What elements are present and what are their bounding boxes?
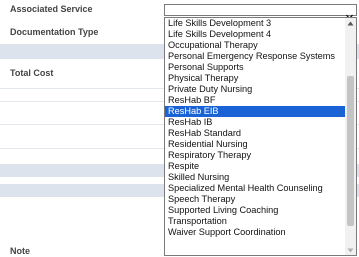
associated-service-dropdown[interactable]: Life Skills Development 3 Life Skills Dev…	[164, 17, 357, 256]
dropdown-option[interactable]: Transportation	[165, 216, 345, 227]
triangle-down-icon	[347, 248, 354, 253]
dropdown-option[interactable]: Supported Living Coaching	[165, 205, 345, 216]
dropdown-option[interactable]: Specialized Mental Health Counseling	[165, 183, 345, 194]
dropdown-option[interactable]: Personal Supports	[165, 62, 345, 73]
total-cost-label: Total Cost	[10, 68, 54, 78]
dropdown-option[interactable]: ResHab IB	[165, 117, 345, 128]
dropdown-option[interactable]: ResHab BF	[165, 95, 345, 106]
scroll-thumb[interactable]	[347, 76, 354, 227]
dropdown-option[interactable]: Occupational Therapy	[165, 40, 345, 51]
dropdown-option[interactable]: Respiratory Therapy	[165, 150, 345, 161]
dropdown-option[interactable]: Life Skills Development 3	[165, 18, 345, 29]
associated-service-select[interactable]	[164, 4, 357, 20]
dropdown-option-selected[interactable]: ResHab EIB	[165, 106, 345, 117]
scroll-down-button[interactable]	[345, 245, 356, 255]
dropdown-option[interactable]: Waiver Support Coordination	[165, 227, 345, 238]
dropdown-option[interactable]: Speech Therapy	[165, 194, 345, 205]
dropdown-option[interactable]: Residential Nursing	[165, 139, 345, 150]
dropdown-option[interactable]: Physical Therapy	[165, 73, 345, 84]
dropdown-scrollbar[interactable]	[345, 18, 356, 255]
documentation-type-label: Documentation Type	[10, 27, 99, 37]
dropdown-option[interactable]: Skilled Nursing	[165, 172, 345, 183]
triangle-up-icon	[347, 21, 354, 26]
note-label: Note	[10, 246, 30, 256]
dropdown-option[interactable]: Personal Emergency Response Systems	[165, 51, 345, 62]
scroll-up-button[interactable]	[345, 18, 356, 28]
dropdown-option[interactable]: ResHab Standard	[165, 128, 345, 139]
dropdown-option[interactable]: Life Skills Development 4	[165, 29, 345, 40]
associated-service-label: Associated Service	[10, 4, 93, 14]
chevron-down-icon[interactable]	[346, 7, 353, 20]
option-list: Life Skills Development 3 Life Skills Dev…	[165, 18, 345, 238]
dropdown-option[interactable]: Private Duty Nursing	[165, 84, 345, 95]
dropdown-option[interactable]: Respite	[165, 161, 345, 172]
